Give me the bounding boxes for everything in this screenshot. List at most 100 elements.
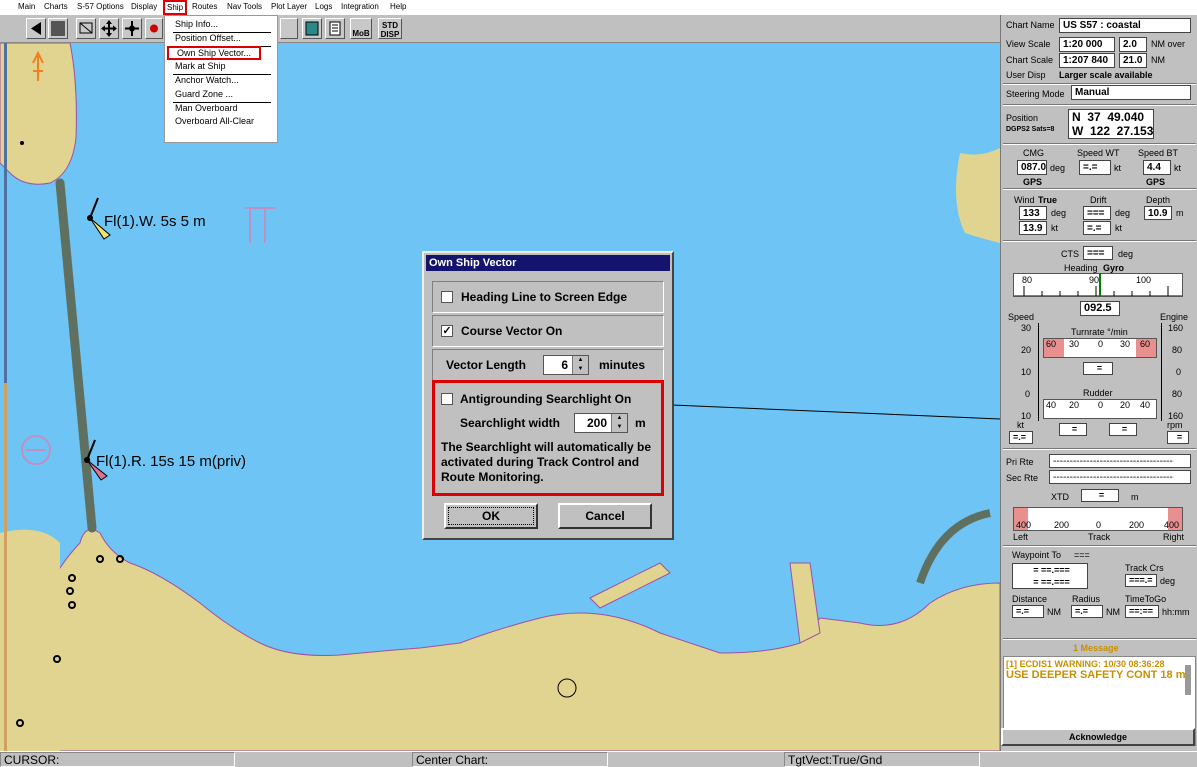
drift-speed-unit: kt bbox=[1115, 223, 1123, 233]
xtd-right-label: Right bbox=[1163, 532, 1185, 542]
xtd-tick: 400 bbox=[1164, 520, 1180, 530]
menu-item-overboard-all-clear[interactable]: Overboard All-Clear bbox=[175, 116, 254, 126]
light-label-red: Fl(1).R. 15s 15 m(priv) bbox=[96, 453, 247, 470]
menu-item-anchor-watch[interactable]: Anchor Watch... bbox=[175, 75, 239, 85]
back-button[interactable] bbox=[26, 18, 46, 39]
std-disp-button[interactable]: STD DISP bbox=[378, 18, 402, 39]
center-button[interactable] bbox=[122, 18, 142, 39]
drift-speed-field: =.= bbox=[1083, 221, 1111, 235]
chart-name-label: Chart Name bbox=[1006, 20, 1055, 30]
center-chart-status: Center Chart: bbox=[412, 752, 608, 767]
heading-scale: 80 90 100 bbox=[1013, 273, 1183, 297]
xtd-tick: 200 bbox=[1054, 520, 1070, 530]
menu-charts[interactable]: Charts bbox=[44, 2, 68, 11]
distance-field: =.= bbox=[1012, 605, 1044, 618]
menu-ship[interactable]: Ship bbox=[163, 0, 188, 15]
course-vector-row: ✓ Course Vector On bbox=[432, 315, 664, 347]
engine-unit: rpm bbox=[1167, 420, 1183, 430]
menu-item-guard-zone[interactable]: Guard Zone ... bbox=[175, 89, 233, 99]
pan-button[interactable] bbox=[99, 18, 119, 39]
turnrate-tick: 30 bbox=[1120, 339, 1131, 349]
menu-main[interactable]: Main bbox=[18, 2, 35, 11]
pri-rte-field[interactable]: ------------------------------------ bbox=[1049, 454, 1191, 468]
menu-logs[interactable]: Logs bbox=[315, 2, 332, 11]
cancel-button[interactable]: Cancel bbox=[558, 503, 652, 529]
blank-button[interactable] bbox=[48, 18, 68, 39]
menu-integration[interactable]: Integration bbox=[341, 2, 379, 11]
menu-item-ship-info[interactable]: Ship Info... bbox=[175, 19, 218, 29]
cts-label: CTS bbox=[1061, 249, 1079, 259]
spinner-arrows-icon[interactable]: ▲ ▼ bbox=[611, 414, 627, 432]
engine-field: = bbox=[1167, 431, 1189, 444]
menu-nav-tools[interactable]: Nav Tools bbox=[227, 2, 262, 11]
view-scale-nm-field[interactable]: 2.0 bbox=[1119, 37, 1147, 52]
message-line-2: USE DEEPER SAFETY CONT 18 m bbox=[1006, 669, 1186, 681]
speed-field: =.= bbox=[1009, 431, 1033, 444]
rudder-tick: 0 bbox=[1098, 400, 1104, 410]
section-divider bbox=[1003, 448, 1196, 450]
menu-item-position-offset[interactable]: Position Offset... bbox=[175, 33, 241, 43]
cts-unit: deg bbox=[1118, 249, 1134, 259]
speed-bt-field: 4.4 bbox=[1143, 160, 1171, 175]
zoom-box-icon bbox=[79, 22, 93, 34]
turnrate-tick: 30 bbox=[1069, 339, 1080, 349]
menu-help[interactable]: Help bbox=[390, 2, 406, 11]
tool-button[interactable] bbox=[145, 18, 163, 39]
track-crs-field: ===.= bbox=[1125, 574, 1157, 587]
course-vector-checkbox[interactable]: ✓ bbox=[441, 325, 453, 337]
waypoint-label: Waypoint To bbox=[1012, 550, 1062, 560]
view-scale-field[interactable]: 1:20 000 bbox=[1059, 37, 1115, 52]
engine-tick: 160 bbox=[1168, 323, 1184, 333]
menu-item-mark-at-ship[interactable]: Mark at Ship bbox=[175, 61, 226, 71]
searchlight-width-spinner[interactable]: 200 ▲ ▼ bbox=[574, 413, 628, 433]
xtd-field: = bbox=[1081, 489, 1119, 502]
heading-label: Heading bbox=[1064, 263, 1098, 273]
xtd-tick: 0 bbox=[1096, 520, 1102, 530]
toolbar: MoB STD DISP bbox=[0, 15, 1000, 43]
menu-routes[interactable]: Routes bbox=[192, 2, 217, 11]
mob-button[interactable]: MoB bbox=[350, 18, 372, 39]
zoom-box-button[interactable] bbox=[76, 18, 96, 39]
menu-s57-options[interactable]: S-57 Options bbox=[77, 2, 124, 11]
drift-direction-unit: deg bbox=[1115, 208, 1131, 218]
rudder-tick: 20 bbox=[1069, 400, 1080, 410]
message-scrollbar[interactable] bbox=[1185, 665, 1191, 695]
heading-field: 092.5 bbox=[1080, 301, 1120, 316]
heading-tick-100: 100 bbox=[1136, 275, 1152, 285]
turnrate-field: = bbox=[1083, 362, 1113, 375]
radius-label: Radius bbox=[1072, 594, 1101, 604]
depth-field: 10.9 bbox=[1144, 206, 1172, 220]
layers-icon bbox=[329, 21, 341, 36]
sec-rte-field[interactable]: ------------------------------------ bbox=[1049, 470, 1191, 484]
vector-length-spinner[interactable]: 6 ▲ ▼ bbox=[543, 355, 589, 375]
spinner-arrows-icon[interactable]: ▲ ▼ bbox=[572, 356, 588, 374]
tgt-vect-status: TgtVect:True/Gnd bbox=[784, 752, 980, 767]
xtd-tick: 400 bbox=[1016, 520, 1032, 530]
menu-display[interactable]: Display bbox=[131, 2, 157, 11]
tool-button-2[interactable] bbox=[280, 18, 298, 39]
section-divider bbox=[1003, 240, 1196, 242]
engine-gauge: 160 80 0 80 160 bbox=[1161, 323, 1195, 421]
acknowledge-button[interactable]: Acknowledge bbox=[1001, 728, 1195, 746]
menu-plot-layer[interactable]: Plot Layer bbox=[271, 2, 307, 11]
steering-mode-field[interactable]: Manual bbox=[1071, 85, 1191, 100]
ok-button[interactable]: OK bbox=[444, 503, 538, 529]
layers-button[interactable] bbox=[325, 18, 345, 39]
messages-header: 1 Message bbox=[1073, 643, 1119, 653]
waypoint-lon: = ==.=== bbox=[1033, 577, 1070, 587]
status-bar: CURSOR: Center Chart: TgtVect:True/Gnd bbox=[0, 751, 1197, 767]
vector-length-unit: minutes bbox=[599, 358, 646, 372]
tool-icon bbox=[150, 24, 158, 33]
heading-line-row: Heading Line to Screen Edge bbox=[432, 281, 664, 313]
speed-bt-source: GPS bbox=[1146, 177, 1166, 187]
menu-item-own-ship-vector[interactable]: Own Ship Vector... bbox=[167, 46, 262, 60]
heading-line-checkbox[interactable] bbox=[441, 291, 453, 303]
menu-item-man-overboard[interactable]: Man Overboard bbox=[175, 103, 238, 113]
chart-button[interactable] bbox=[302, 18, 322, 39]
searchlight-checkbox[interactable] bbox=[441, 393, 453, 405]
sec-rte-label: Sec Rte bbox=[1006, 473, 1039, 483]
xtd-unit: m bbox=[1131, 492, 1139, 502]
engine-tick: 80 bbox=[1172, 389, 1183, 399]
speed-bt-unit: kt bbox=[1174, 163, 1182, 173]
vector-length-row: Vector Length 6 ▲ ▼ minutes bbox=[432, 349, 664, 381]
